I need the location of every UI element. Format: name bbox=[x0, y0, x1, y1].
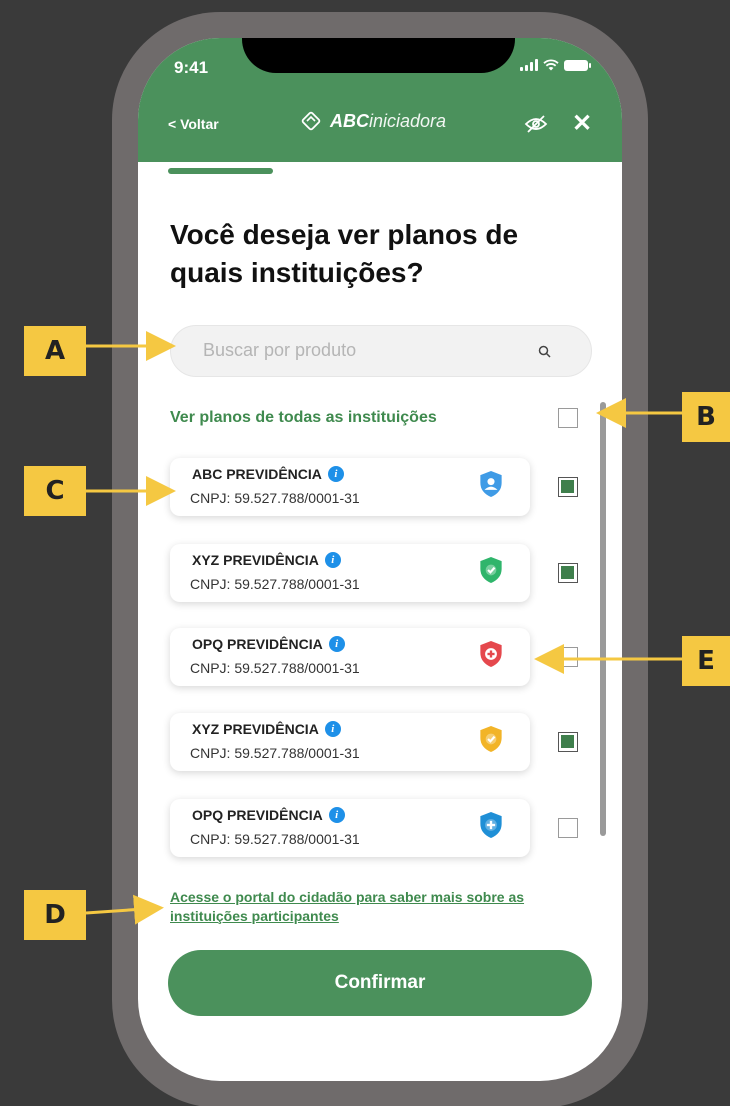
callout-arrows bbox=[85, 331, 682, 925]
arrow-d bbox=[85, 894, 164, 925]
